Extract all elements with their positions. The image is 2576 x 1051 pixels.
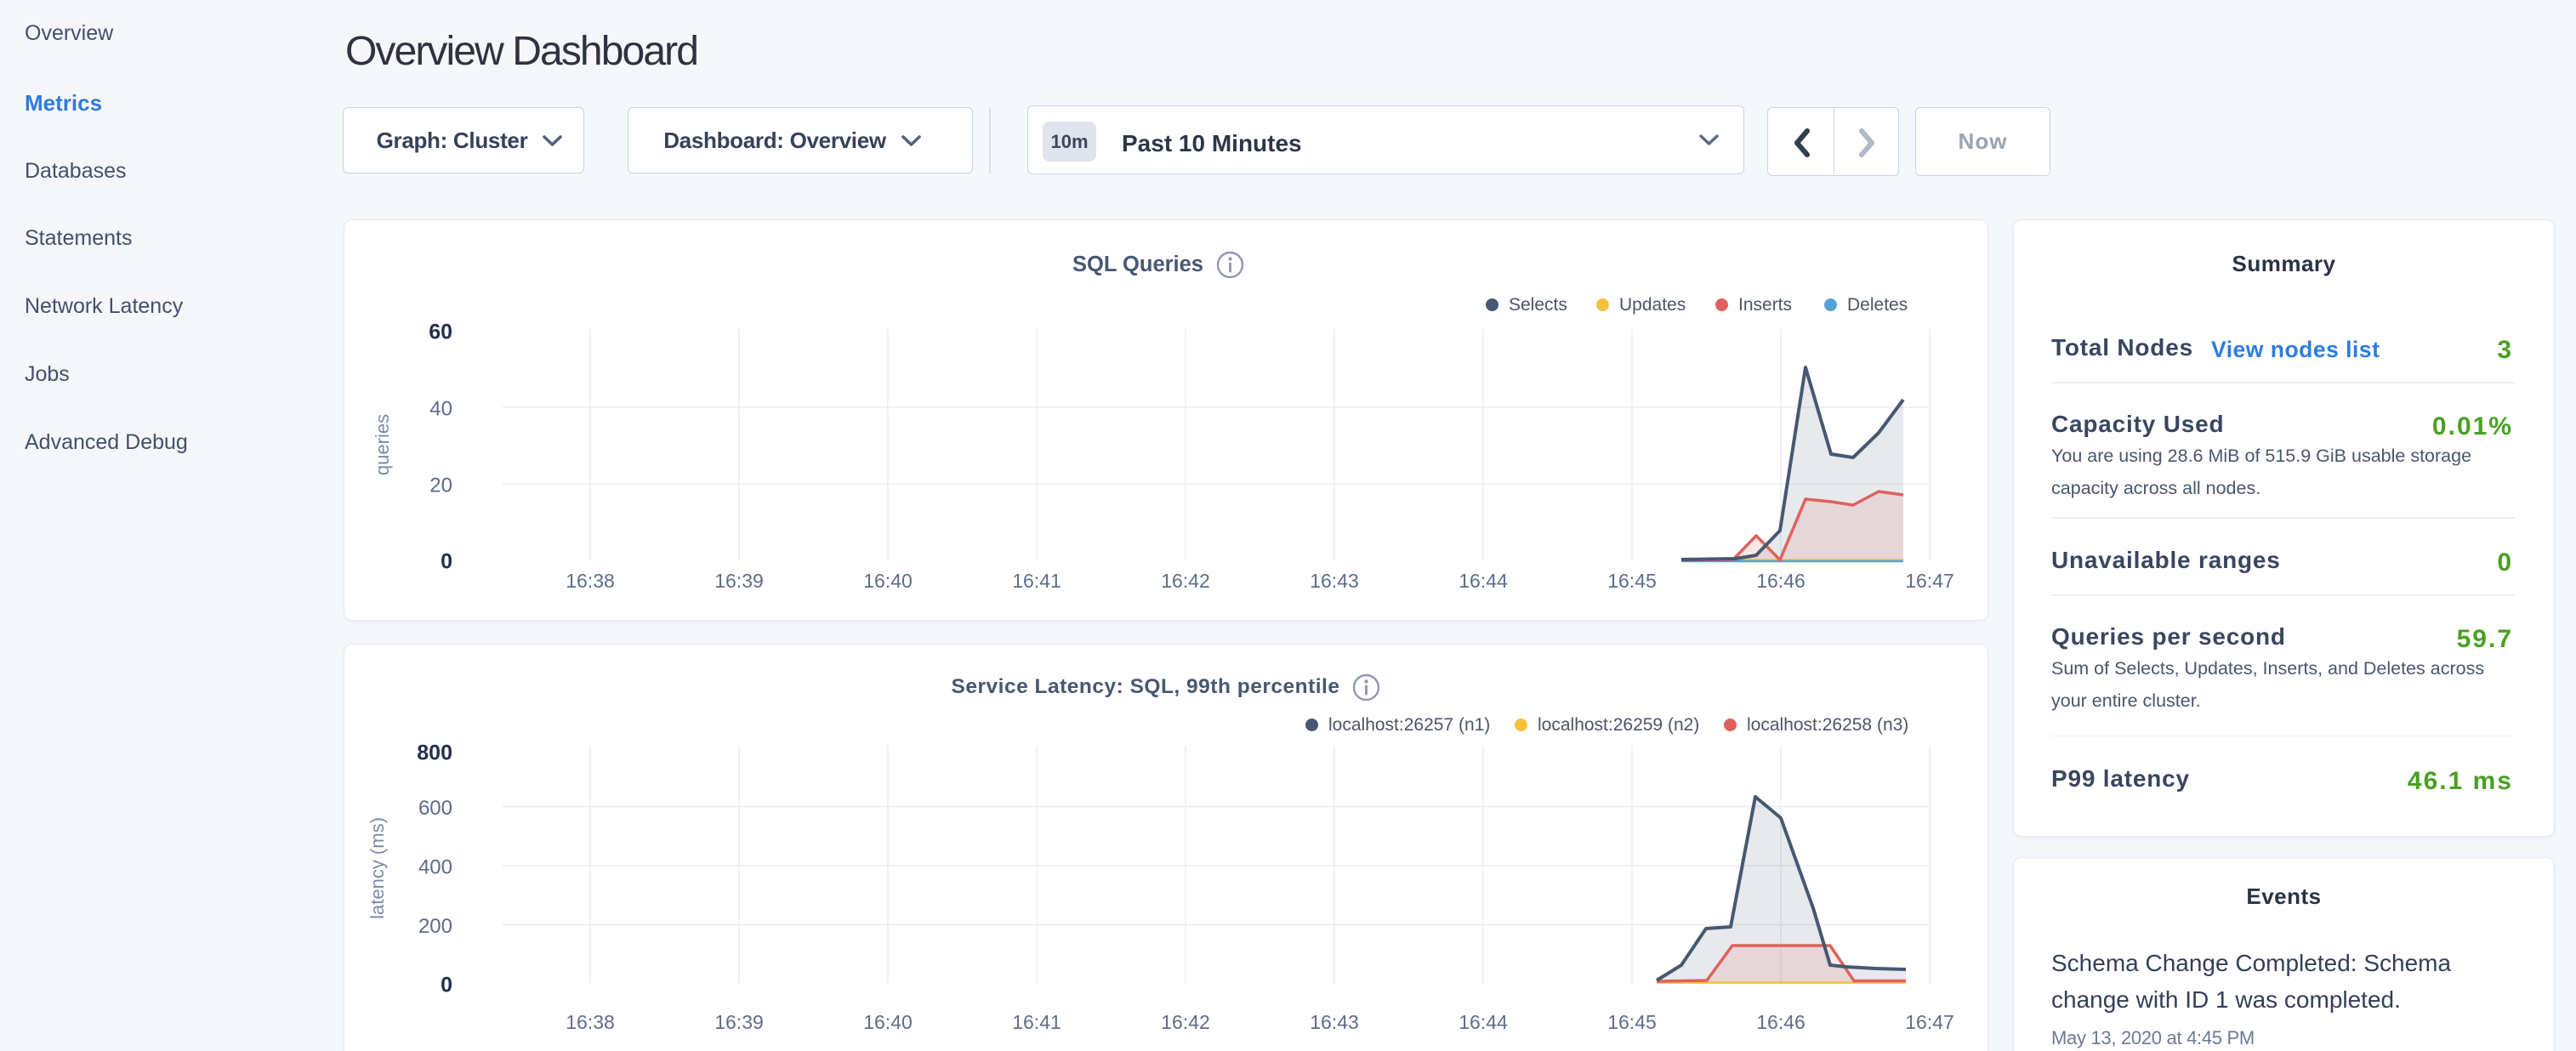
svg-text:20: 20 [429,474,452,497]
svg-text:800: 800 [417,741,452,765]
svg-text:16:42: 16:42 [1161,1011,1210,1033]
svg-text:16:38: 16:38 [566,570,615,592]
svg-text:0: 0 [441,550,452,574]
svg-text:16:44: 16:44 [1459,570,1508,592]
svg-text:16:42: 16:42 [1161,570,1210,592]
svg-text:200: 200 [418,915,452,938]
svg-text:16:45: 16:45 [1607,1011,1657,1033]
svg-text:16:38: 16:38 [566,1011,615,1033]
svg-text:16:47: 16:47 [1905,570,1954,592]
svg-text:16:39: 16:39 [714,570,764,592]
svg-text:60: 60 [429,321,452,344]
svg-text:latency (ms): latency (ms) [367,817,388,919]
svg-text:16:40: 16:40 [863,1011,913,1033]
svg-text:16:40: 16:40 [863,570,913,592]
svg-text:40: 40 [429,398,452,421]
svg-text:16:41: 16:41 [1012,570,1061,592]
svg-text:16:45: 16:45 [1607,570,1657,592]
svg-text:16:46: 16:46 [1756,1011,1805,1033]
svg-text:16:41: 16:41 [1012,1011,1061,1033]
svg-text:400: 400 [418,856,452,879]
svg-text:16:47: 16:47 [1905,1011,1954,1033]
svg-text:16:43: 16:43 [1310,1011,1359,1033]
svg-text:16:46: 16:46 [1756,570,1805,592]
svg-text:16:44: 16:44 [1459,1011,1508,1033]
svg-text:0: 0 [441,974,452,997]
svg-text:600: 600 [418,797,452,820]
svg-text:16:39: 16:39 [714,1011,764,1033]
svg-text:queries: queries [372,414,393,475]
svg-text:16:43: 16:43 [1310,570,1359,592]
